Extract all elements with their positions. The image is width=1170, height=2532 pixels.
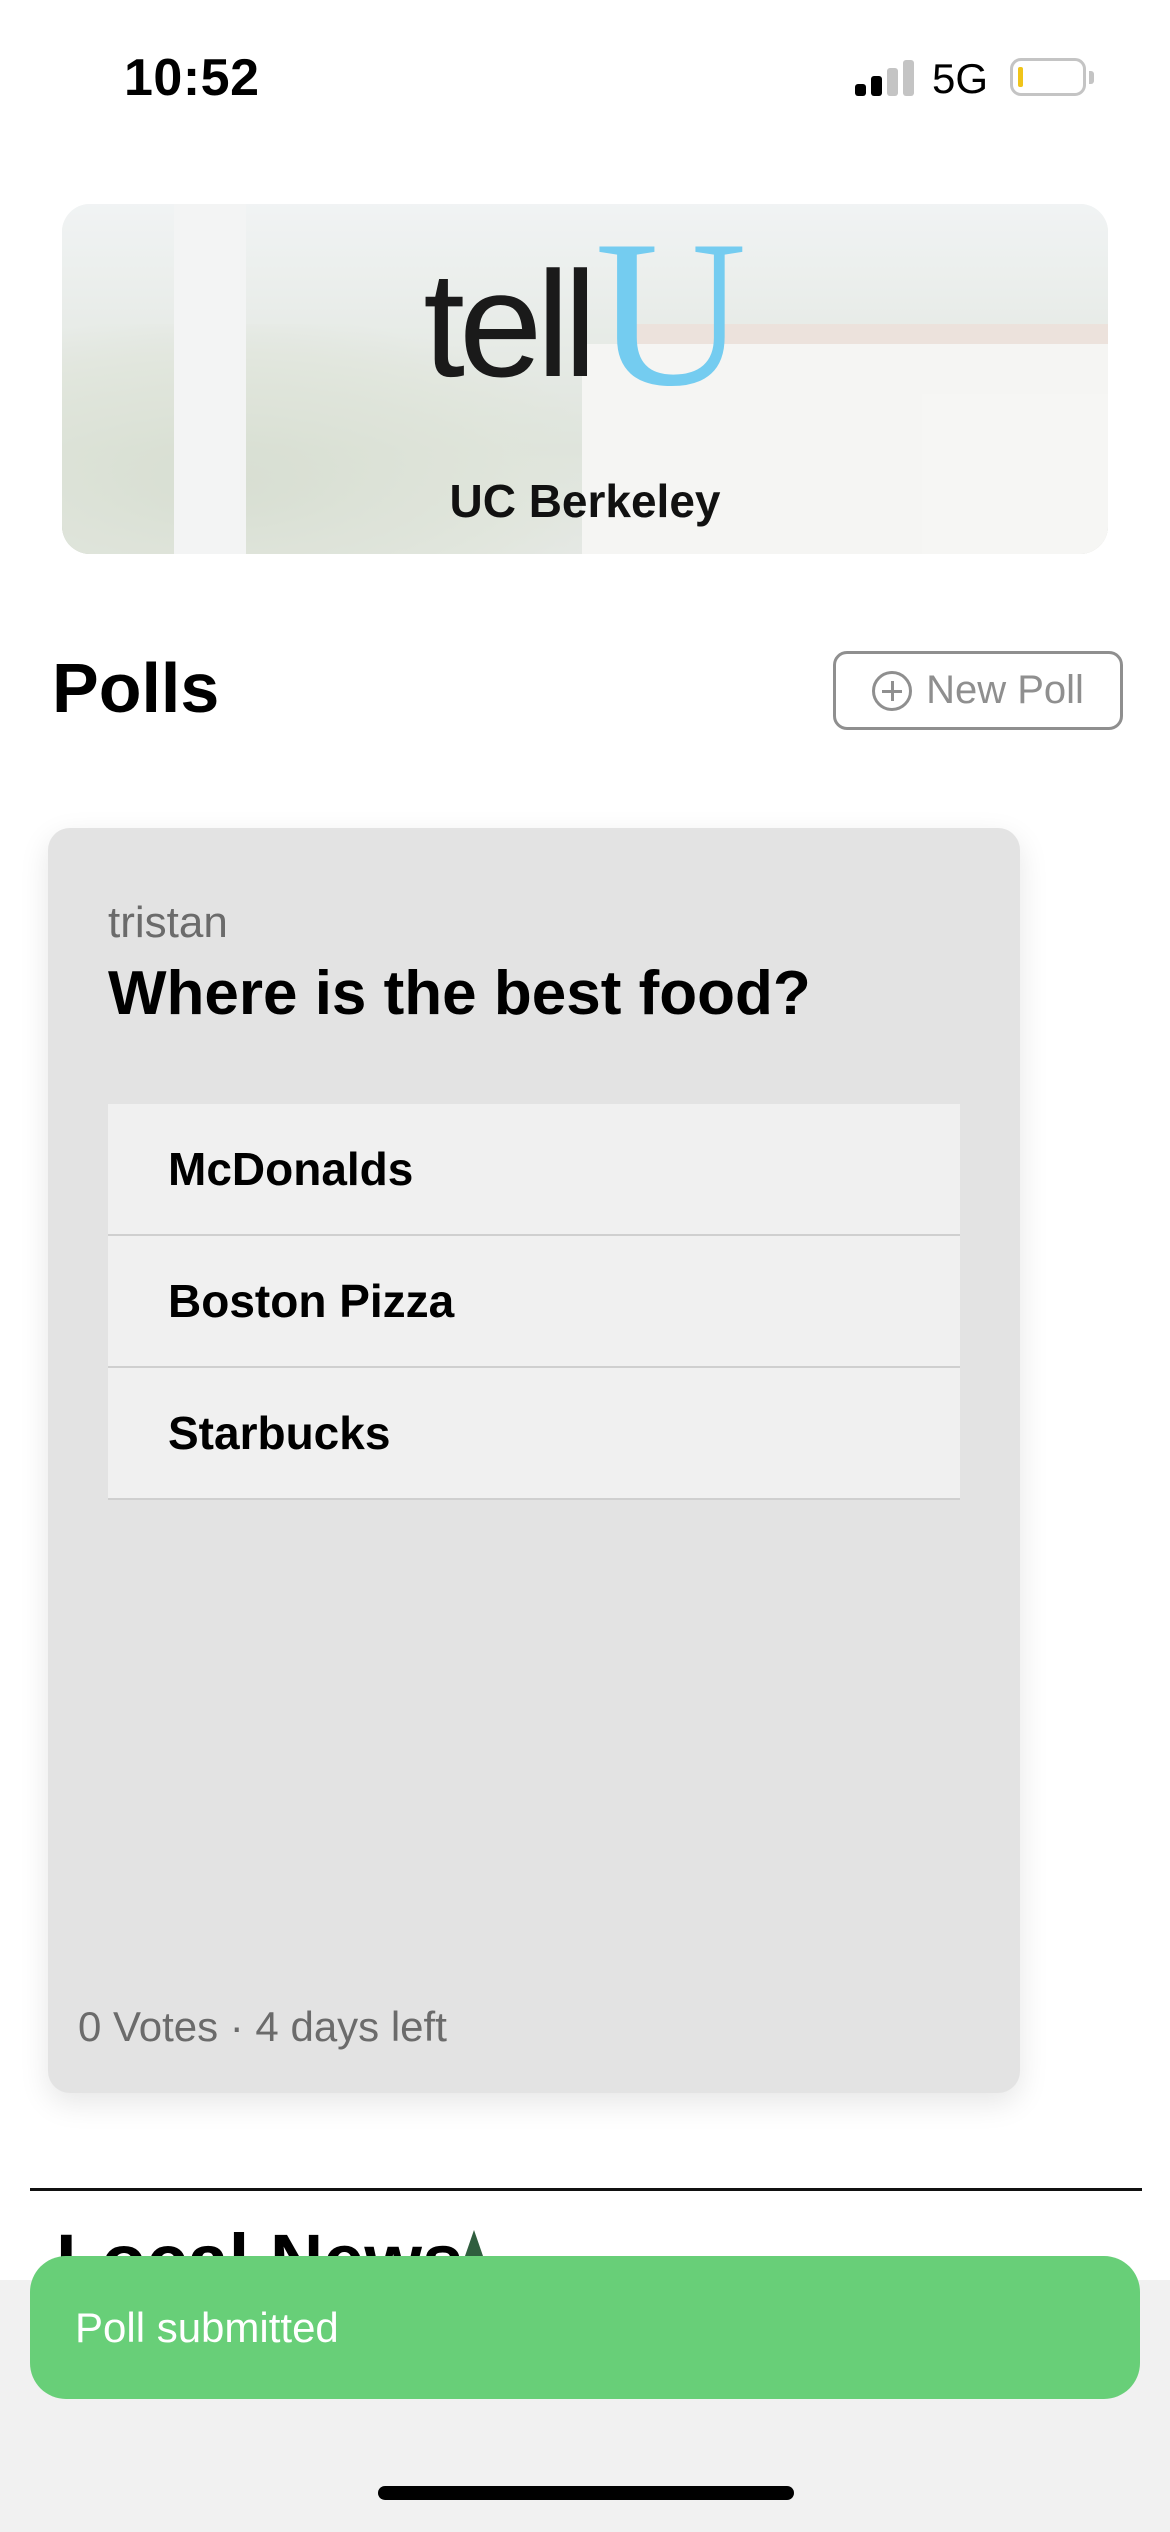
new-poll-button[interactable]: New Poll bbox=[833, 651, 1123, 730]
poll-footer: 0 Votes · 4 days left bbox=[78, 2003, 447, 2050]
toast-message: Poll submitted bbox=[75, 2303, 339, 2351]
app-logo: tellU bbox=[62, 204, 1108, 430]
logo-text-tell: tell bbox=[423, 240, 597, 408]
battery-tip bbox=[1089, 71, 1094, 84]
battery-icon bbox=[1010, 58, 1086, 96]
poll-option-starbucks[interactable]: Starbucks bbox=[108, 1368, 960, 1500]
polls-heading: Polls bbox=[52, 649, 220, 727]
status-time: 10:52 bbox=[124, 49, 260, 107]
status-bar: 10:52 5G bbox=[0, 0, 1170, 150]
new-poll-label: New Poll bbox=[926, 668, 1084, 712]
poll-author: tristan bbox=[108, 898, 228, 947]
school-name: UC Berkeley bbox=[449, 475, 721, 527]
plus-circle-icon bbox=[872, 670, 913, 711]
poll-options: McDonalds Boston Pizza Starbucks bbox=[108, 1104, 960, 1500]
poll-submitted-toast[interactable]: Poll submitted bbox=[30, 2256, 1140, 2399]
section-divider bbox=[30, 2188, 1142, 2191]
poll-card[interactable]: tristan Where is the best food? McDonald… bbox=[48, 828, 1020, 2093]
poll-option-mcdonalds[interactable]: McDonalds bbox=[108, 1104, 960, 1236]
home-indicator[interactable] bbox=[378, 2486, 794, 2500]
poll-question: Where is the best food? bbox=[108, 959, 811, 1028]
network-type: 5G bbox=[932, 55, 989, 102]
logo-text-u: U bbox=[595, 204, 747, 430]
cellular-signal-icon bbox=[855, 60, 917, 96]
campus-banner: tellU UC Berkeley bbox=[62, 204, 1108, 554]
poll-option-boston-pizza[interactable]: Boston Pizza bbox=[108, 1236, 960, 1368]
